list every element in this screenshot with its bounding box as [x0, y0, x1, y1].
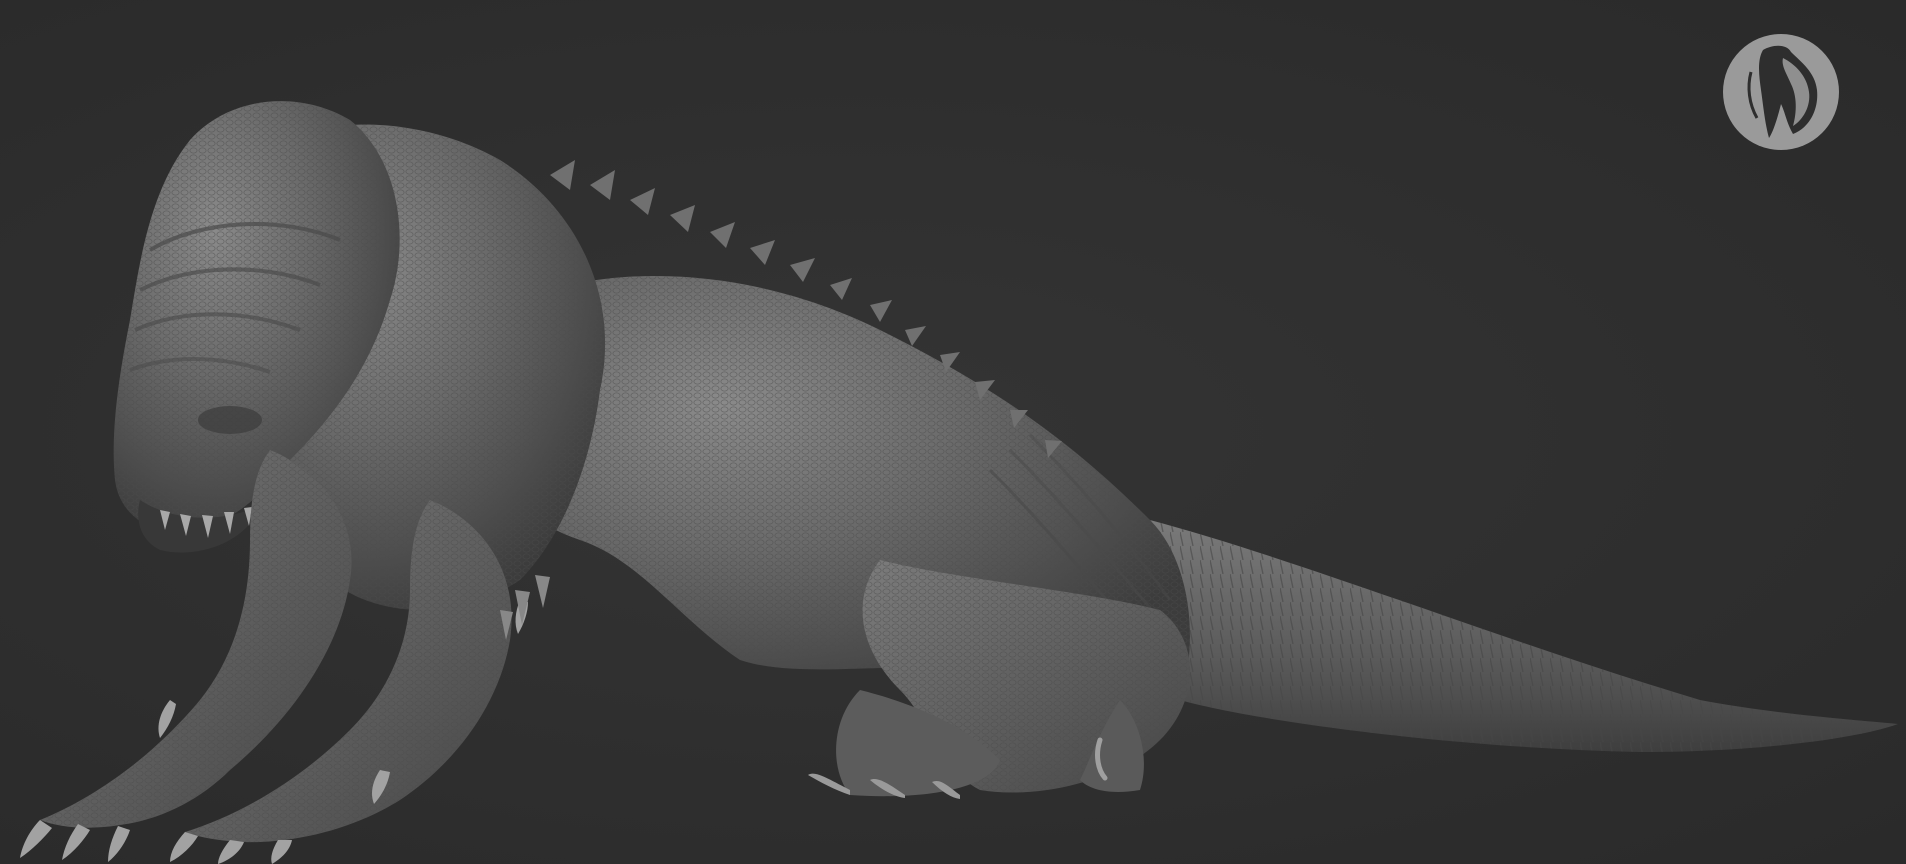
creature-sculpt-image [20, 101, 1898, 864]
artist-logo-icon [1723, 34, 1839, 150]
render-viewport [0, 0, 1906, 864]
creature-tail [1150, 520, 1898, 752]
